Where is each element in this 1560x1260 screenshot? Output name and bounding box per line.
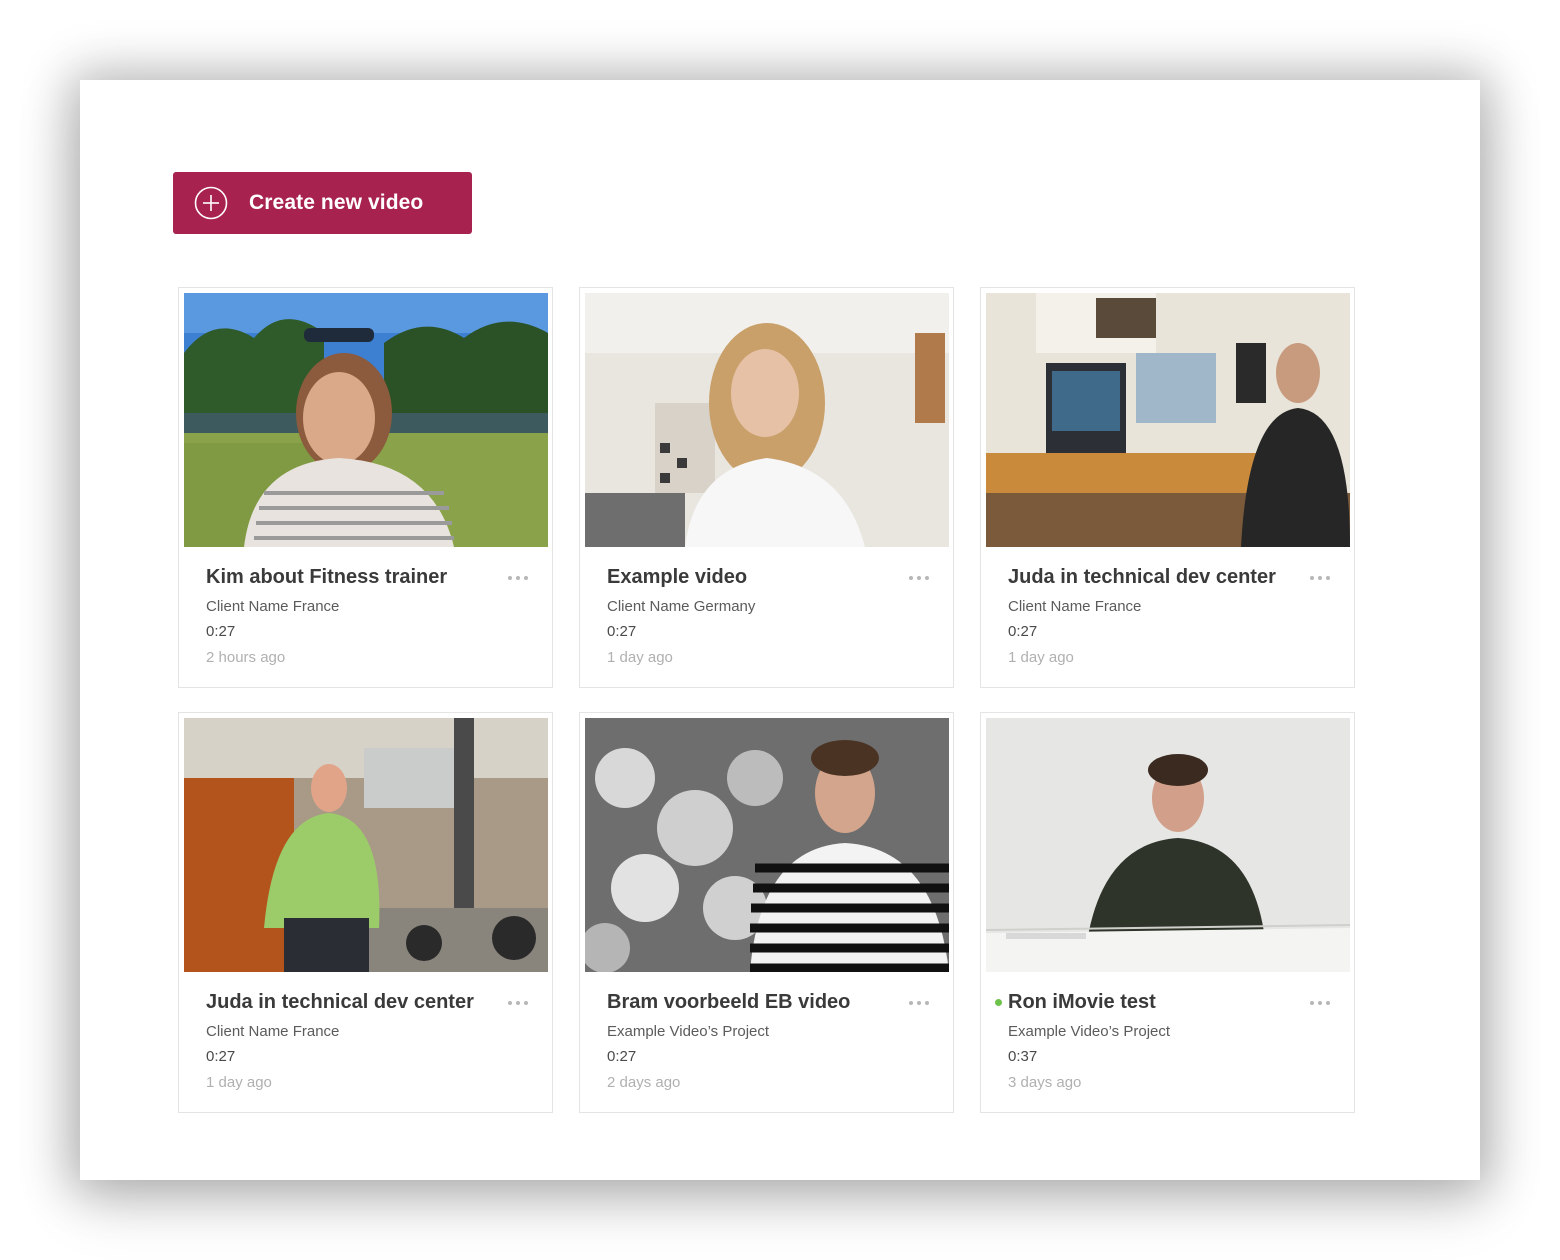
video-thumbnail[interactable] bbox=[184, 293, 548, 547]
more-dots-icon[interactable] bbox=[1302, 570, 1330, 586]
video-title-row: Ron iMovie test bbox=[995, 991, 1334, 1014]
video-duration: 0:27 bbox=[206, 1048, 236, 1065]
video-title[interactable]: Kim about Fitness trainer bbox=[206, 566, 500, 589]
video-card[interactable]: Example video Client Name Germany 0:27 1… bbox=[579, 287, 954, 688]
video-meta: Kim about Fitness trainer Client Name Fr… bbox=[206, 566, 532, 666]
video-title[interactable]: Ron iMovie test bbox=[1008, 991, 1302, 1014]
video-title-row: Juda in technical dev center bbox=[206, 991, 532, 1014]
video-duration: 0:27 bbox=[206, 623, 236, 640]
video-client: Client Name France bbox=[206, 598, 340, 615]
more-dots-icon[interactable] bbox=[500, 995, 528, 1011]
more-dots-icon[interactable] bbox=[901, 995, 929, 1011]
video-client: Client Name France bbox=[206, 1023, 340, 1040]
video-duration: 0:27 bbox=[607, 1048, 637, 1065]
video-client: Client Name France bbox=[1008, 598, 1142, 615]
more-dots-icon[interactable] bbox=[901, 570, 929, 586]
video-client: Example Video’s Project bbox=[607, 1023, 770, 1040]
video-duration: 0:27 bbox=[607, 623, 637, 640]
video-thumbnail[interactable] bbox=[184, 718, 548, 972]
video-title-row: Bram voorbeeld EB video bbox=[607, 991, 933, 1014]
video-title-row: Juda in technical dev center bbox=[1008, 566, 1334, 589]
video-thumbnail[interactable] bbox=[585, 718, 949, 972]
video-meta: Example video Client Name Germany 0:27 1… bbox=[607, 566, 933, 666]
video-thumbnail[interactable] bbox=[986, 718, 1350, 972]
video-card[interactable]: Juda in technical dev center Client Name… bbox=[178, 712, 553, 1113]
more-dots-icon[interactable] bbox=[1302, 995, 1330, 1011]
video-duration: 0:27 bbox=[1008, 623, 1038, 640]
video-card[interactable]: Juda in technical dev center Client Name… bbox=[980, 287, 1355, 688]
video-thumbnail[interactable] bbox=[585, 293, 949, 547]
plus-circle-icon bbox=[194, 186, 228, 220]
app-window: Create new video Kim about Fitness train… bbox=[80, 80, 1480, 1180]
video-card[interactable]: Ron iMovie test Example Video’s Project … bbox=[980, 712, 1355, 1113]
video-timestamp: 2 hours ago bbox=[206, 649, 286, 666]
more-dots-icon[interactable] bbox=[500, 570, 528, 586]
video-card[interactable]: Bram voorbeeld EB video Example Video’s … bbox=[579, 712, 954, 1113]
video-title[interactable]: Bram voorbeeld EB video bbox=[607, 991, 901, 1014]
video-timestamp: 1 day ago bbox=[1008, 649, 1074, 666]
video-title[interactable]: Juda in technical dev center bbox=[206, 991, 500, 1014]
video-title[interactable]: Juda in technical dev center bbox=[1008, 566, 1302, 589]
video-title-row: Kim about Fitness trainer bbox=[206, 566, 532, 589]
video-timestamp: 2 days ago bbox=[607, 1074, 681, 1091]
video-grid: Kim about Fitness trainer Client Name Fr… bbox=[178, 287, 1355, 1113]
video-meta: Juda in technical dev center Client Name… bbox=[206, 991, 532, 1091]
create-new-video-label: Create new video bbox=[249, 191, 424, 214]
video-timestamp: 3 days ago bbox=[1008, 1074, 1082, 1091]
video-meta: Ron iMovie test Example Video’s Project … bbox=[995, 991, 1334, 1091]
video-client: Example Video’s Project bbox=[1008, 1023, 1171, 1040]
video-timestamp: 1 day ago bbox=[206, 1074, 272, 1091]
video-meta: Bram voorbeeld EB video Example Video’s … bbox=[607, 991, 933, 1091]
video-timestamp: 1 day ago bbox=[607, 649, 673, 666]
status-dot bbox=[995, 999, 1002, 1006]
video-card[interactable]: Kim about Fitness trainer Client Name Fr… bbox=[178, 287, 553, 688]
video-title[interactable]: Example video bbox=[607, 566, 901, 589]
video-title-row: Example video bbox=[607, 566, 933, 589]
video-thumbnail[interactable] bbox=[986, 293, 1350, 547]
video-duration: 0:37 bbox=[1008, 1048, 1038, 1065]
video-client: Client Name Germany bbox=[607, 598, 756, 615]
video-meta: Juda in technical dev center Client Name… bbox=[1008, 566, 1334, 666]
create-new-video-button[interactable]: Create new video bbox=[173, 172, 472, 234]
